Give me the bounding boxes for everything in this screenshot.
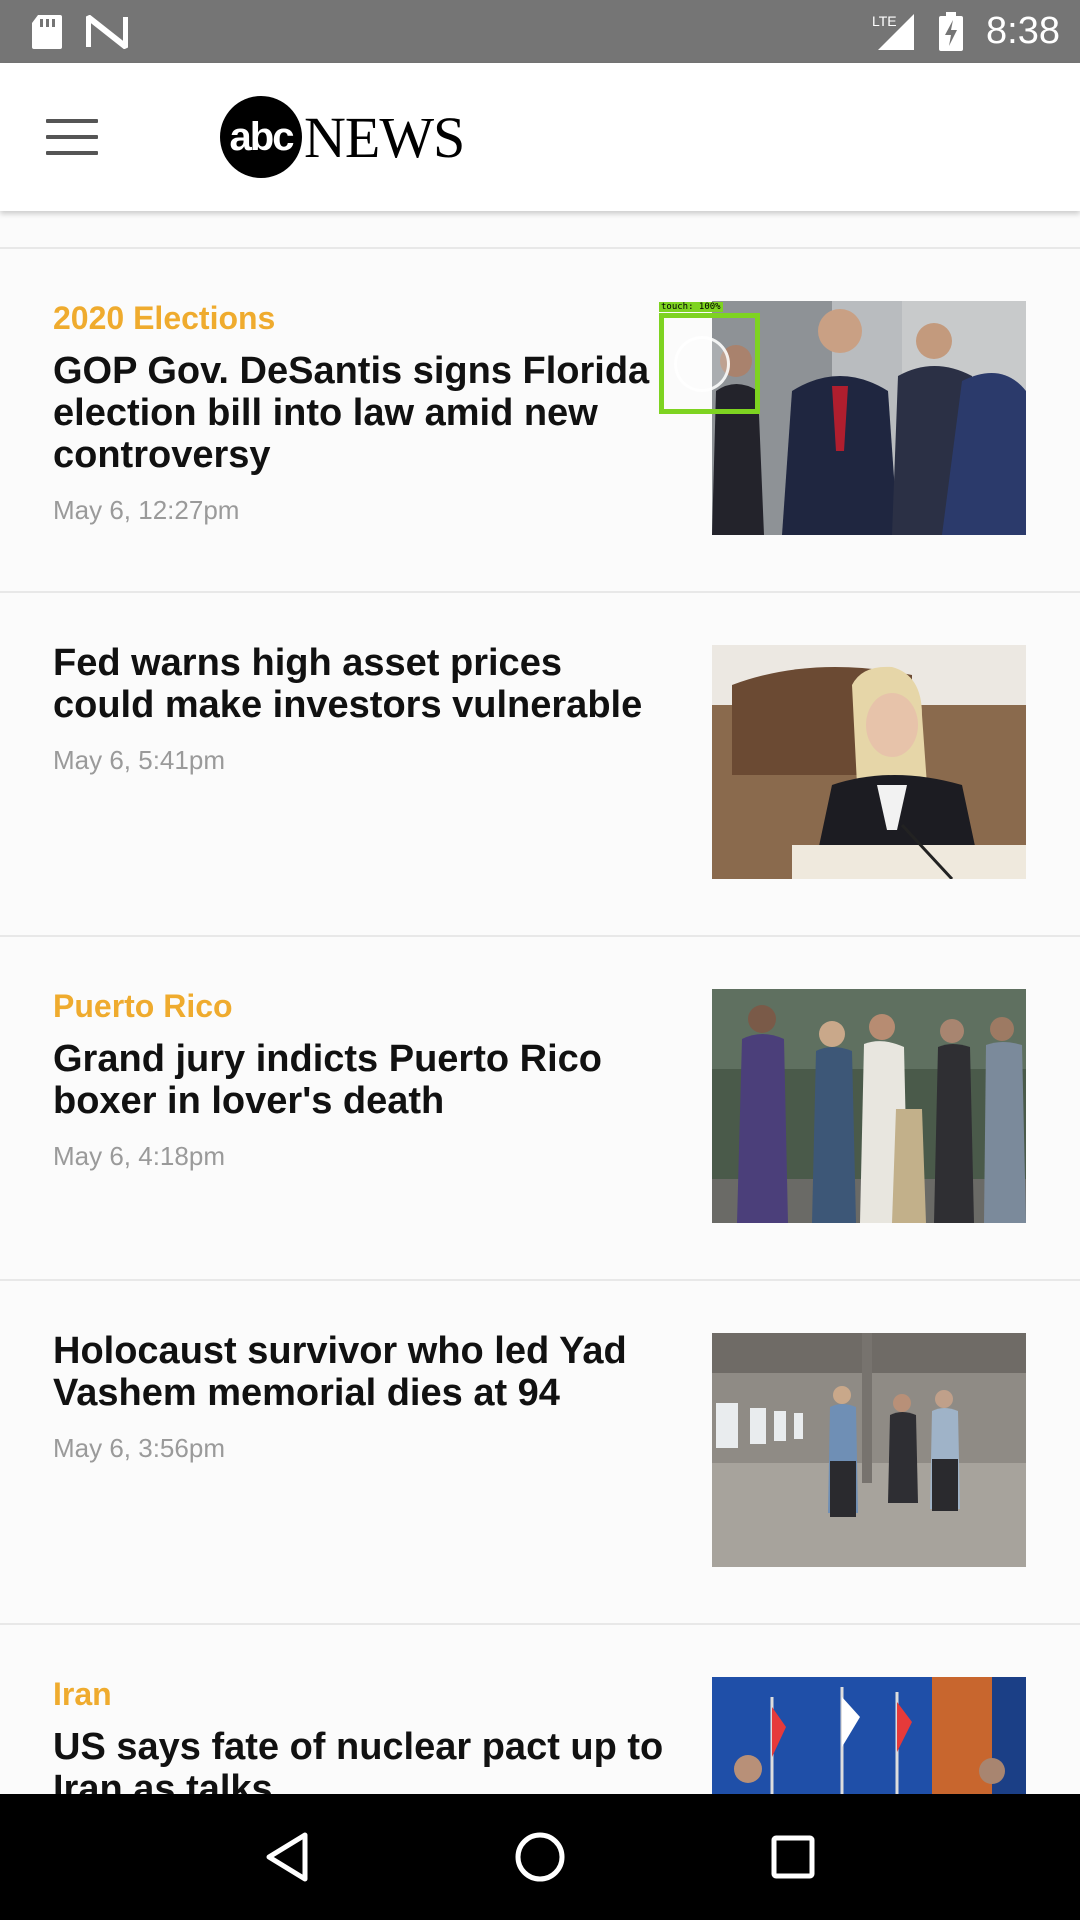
story-timestamp: May 6, 12:27pm bbox=[53, 494, 240, 525]
story-card[interactable]: Fed warns high asset prices could make i… bbox=[0, 593, 1080, 937]
story-thumbnail[interactable] bbox=[712, 1333, 1026, 1567]
story-headline[interactable]: GOP Gov. DeSantis signs Florida election… bbox=[53, 350, 673, 476]
story-card[interactable]: Holocaust survivor who led Yad Vashem me… bbox=[0, 1281, 1080, 1625]
status-right: LTE 8:38 bbox=[870, 10, 1060, 53]
story-card[interactable]: 2020 Elections GOP Gov. DeSantis signs F… bbox=[0, 249, 1080, 593]
signal-icon: LTE bbox=[870, 12, 916, 52]
battery-charging-icon bbox=[938, 11, 964, 52]
story-text: Holocaust survivor who led Yad Vashem me… bbox=[53, 1330, 673, 1464]
story-thumbnail[interactable] bbox=[712, 1677, 1026, 1794]
home-icon[interactable] bbox=[500, 1817, 580, 1897]
story-category[interactable]: Iran bbox=[53, 1675, 673, 1713]
story-headline[interactable]: Grand jury indicts Puerto Rico boxer in … bbox=[53, 1039, 673, 1123]
recents-icon[interactable] bbox=[753, 1817, 833, 1897]
story-text: 2020 Elections GOP Gov. DeSantis signs F… bbox=[53, 299, 673, 526]
app-header: abc NEWS bbox=[0, 63, 1080, 211]
story-thumbnail[interactable] bbox=[712, 645, 1026, 879]
back-icon[interactable] bbox=[247, 1817, 327, 1897]
story-timestamp: May 6, 3:56pm bbox=[53, 1432, 225, 1463]
story-headline[interactable]: Holocaust survivor who led Yad Vashem me… bbox=[53, 1330, 673, 1415]
n-notification-icon bbox=[86, 14, 128, 49]
story-text: Iran US says fate of nuclear pact up to … bbox=[53, 1675, 673, 1794]
story-headline[interactable]: Fed warns high asset prices could make i… bbox=[53, 642, 673, 727]
system-nav-bar bbox=[0, 1794, 1080, 1920]
story-card[interactable]: Iran US says fate of nuclear pact up to … bbox=[0, 1625, 1080, 1794]
touch-indicator-label: touch: 100% bbox=[659, 302, 723, 312]
story-category[interactable]: 2020 Elections bbox=[53, 299, 673, 337]
touch-indicator-circle bbox=[674, 336, 730, 392]
hamburger-menu-icon[interactable] bbox=[44, 113, 100, 161]
story-headline[interactable]: US says fate of nuclear pact up to Iran … bbox=[53, 1727, 673, 1794]
story-text: Fed warns high asset prices could make i… bbox=[53, 642, 673, 776]
story-card[interactable]: Puerto Rico Grand jury indicts Puerto Ri… bbox=[0, 937, 1080, 1281]
logo-abc: abc bbox=[220, 96, 302, 178]
story-timestamp: May 6, 5:41pm bbox=[53, 744, 225, 775]
abc-news-logo[interactable]: abc NEWS bbox=[220, 95, 465, 179]
status-left bbox=[30, 13, 128, 51]
sd-card-icon bbox=[30, 13, 64, 51]
story-text: Puerto Rico Grand jury indicts Puerto Ri… bbox=[53, 987, 673, 1172]
logo-news: NEWS bbox=[304, 104, 465, 170]
story-category[interactable]: Puerto Rico bbox=[53, 987, 673, 1025]
news-feed[interactable]: 2020 Elections GOP Gov. DeSantis signs F… bbox=[0, 211, 1080, 1794]
status-bar: LTE 8:38 bbox=[0, 0, 1080, 63]
story-timestamp: May 6, 4:18pm bbox=[53, 1140, 225, 1171]
feed-top-divider bbox=[0, 211, 1080, 249]
clock: 8:38 bbox=[986, 10, 1060, 52]
story-thumbnail[interactable] bbox=[712, 989, 1026, 1223]
lte-label: LTE bbox=[872, 13, 897, 29]
